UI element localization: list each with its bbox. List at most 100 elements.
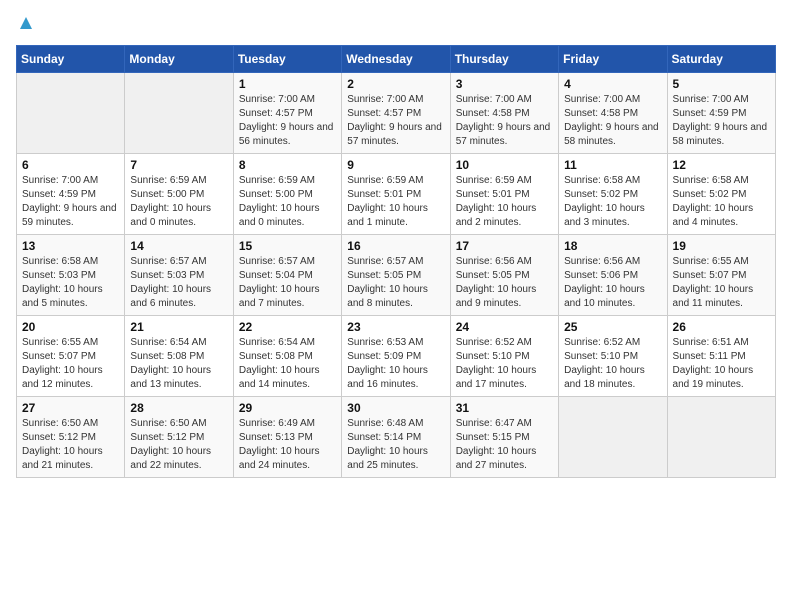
day-number: 3 <box>456 77 553 91</box>
day-info: Sunrise: 6:56 AM Sunset: 5:06 PM Dayligh… <box>564 256 645 309</box>
calendar-cell: 19 Sunrise: 6:55 AM Sunset: 5:07 PM Dayl… <box>667 235 775 316</box>
day-number: 30 <box>347 401 444 415</box>
day-info: Sunrise: 7:00 AM Sunset: 4:57 PM Dayligh… <box>347 94 442 147</box>
column-header-wednesday: Wednesday <box>342 46 450 73</box>
calendar-week-row: 13 Sunrise: 6:58 AM Sunset: 5:03 PM Dayl… <box>17 235 776 316</box>
calendar-cell: 27 Sunrise: 6:50 AM Sunset: 5:12 PM Dayl… <box>17 397 125 478</box>
calendar-cell: 17 Sunrise: 6:56 AM Sunset: 5:05 PM Dayl… <box>450 235 558 316</box>
column-header-thursday: Thursday <box>450 46 558 73</box>
calendar-cell: 11 Sunrise: 6:58 AM Sunset: 5:02 PM Dayl… <box>559 154 667 235</box>
day-number: 1 <box>239 77 336 91</box>
day-info: Sunrise: 6:57 AM Sunset: 5:03 PM Dayligh… <box>130 256 211 309</box>
day-info: Sunrise: 6:54 AM Sunset: 5:08 PM Dayligh… <box>239 337 320 390</box>
calendar-cell: 16 Sunrise: 6:57 AM Sunset: 5:05 PM Dayl… <box>342 235 450 316</box>
day-number: 21 <box>130 320 227 334</box>
day-info: Sunrise: 6:52 AM Sunset: 5:10 PM Dayligh… <box>456 337 537 390</box>
calendar-cell: 25 Sunrise: 6:52 AM Sunset: 5:10 PM Dayl… <box>559 316 667 397</box>
calendar-cell: 1 Sunrise: 7:00 AM Sunset: 4:57 PM Dayli… <box>233 73 341 154</box>
day-info: Sunrise: 6:47 AM Sunset: 5:15 PM Dayligh… <box>456 418 537 471</box>
calendar-cell: 14 Sunrise: 6:57 AM Sunset: 5:03 PM Dayl… <box>125 235 233 316</box>
day-number: 15 <box>239 239 336 253</box>
day-number: 19 <box>673 239 770 253</box>
day-number: 14 <box>130 239 227 253</box>
day-info: Sunrise: 7:00 AM Sunset: 4:59 PM Dayligh… <box>673 94 768 147</box>
column-header-tuesday: Tuesday <box>233 46 341 73</box>
calendar-cell: 2 Sunrise: 7:00 AM Sunset: 4:57 PM Dayli… <box>342 73 450 154</box>
calendar-cell: 4 Sunrise: 7:00 AM Sunset: 4:58 PM Dayli… <box>559 73 667 154</box>
calendar-cell: 20 Sunrise: 6:55 AM Sunset: 5:07 PM Dayl… <box>17 316 125 397</box>
day-info: Sunrise: 6:58 AM Sunset: 5:02 PM Dayligh… <box>564 175 645 228</box>
day-info: Sunrise: 6:57 AM Sunset: 5:04 PM Dayligh… <box>239 256 320 309</box>
day-number: 24 <box>456 320 553 334</box>
calendar-week-row: 20 Sunrise: 6:55 AM Sunset: 5:07 PM Dayl… <box>17 316 776 397</box>
day-number: 18 <box>564 239 661 253</box>
calendar-cell: 31 Sunrise: 6:47 AM Sunset: 5:15 PM Dayl… <box>450 397 558 478</box>
calendar-cell: 30 Sunrise: 6:48 AM Sunset: 5:14 PM Dayl… <box>342 397 450 478</box>
day-number: 22 <box>239 320 336 334</box>
column-header-monday: Monday <box>125 46 233 73</box>
day-number: 13 <box>22 239 119 253</box>
day-info: Sunrise: 6:50 AM Sunset: 5:12 PM Dayligh… <box>22 418 103 471</box>
day-info: Sunrise: 7:00 AM Sunset: 4:57 PM Dayligh… <box>239 94 334 147</box>
day-number: 20 <box>22 320 119 334</box>
calendar-cell: 6 Sunrise: 7:00 AM Sunset: 4:59 PM Dayli… <box>17 154 125 235</box>
day-info: Sunrise: 6:59 AM Sunset: 5:00 PM Dayligh… <box>130 175 211 228</box>
day-number: 4 <box>564 77 661 91</box>
calendar-week-row: 6 Sunrise: 7:00 AM Sunset: 4:59 PM Dayli… <box>17 154 776 235</box>
day-number: 26 <box>673 320 770 334</box>
day-number: 2 <box>347 77 444 91</box>
calendar-cell: 24 Sunrise: 6:52 AM Sunset: 5:10 PM Dayl… <box>450 316 558 397</box>
day-info: Sunrise: 6:50 AM Sunset: 5:12 PM Dayligh… <box>130 418 211 471</box>
day-info: Sunrise: 6:53 AM Sunset: 5:09 PM Dayligh… <box>347 337 428 390</box>
column-header-sunday: Sunday <box>17 46 125 73</box>
day-number: 9 <box>347 158 444 172</box>
calendar-cell: 5 Sunrise: 7:00 AM Sunset: 4:59 PM Dayli… <box>667 73 775 154</box>
day-number: 8 <box>239 158 336 172</box>
day-number: 10 <box>456 158 553 172</box>
day-info: Sunrise: 6:59 AM Sunset: 5:00 PM Dayligh… <box>239 175 320 228</box>
calendar-cell: 8 Sunrise: 6:59 AM Sunset: 5:00 PM Dayli… <box>233 154 341 235</box>
calendar-cell: 15 Sunrise: 6:57 AM Sunset: 5:04 PM Dayl… <box>233 235 341 316</box>
column-header-saturday: Saturday <box>667 46 775 73</box>
calendar-cell <box>559 397 667 478</box>
calendar-cell: 13 Sunrise: 6:58 AM Sunset: 5:03 PM Dayl… <box>17 235 125 316</box>
day-number: 6 <box>22 158 119 172</box>
calendar-header-row: SundayMondayTuesdayWednesdayThursdayFrid… <box>17 46 776 73</box>
calendar-cell: 23 Sunrise: 6:53 AM Sunset: 5:09 PM Dayl… <box>342 316 450 397</box>
calendar-cell: 18 Sunrise: 6:56 AM Sunset: 5:06 PM Dayl… <box>559 235 667 316</box>
day-number: 29 <box>239 401 336 415</box>
day-info: Sunrise: 6:51 AM Sunset: 5:11 PM Dayligh… <box>673 337 754 390</box>
logo <box>16 16 33 35</box>
day-number: 27 <box>22 401 119 415</box>
header <box>16 16 776 35</box>
day-number: 7 <box>130 158 227 172</box>
day-info: Sunrise: 7:00 AM Sunset: 4:58 PM Dayligh… <box>456 94 551 147</box>
calendar-cell <box>125 73 233 154</box>
calendar-table: SundayMondayTuesdayWednesdayThursdayFrid… <box>16 45 776 478</box>
day-info: Sunrise: 6:48 AM Sunset: 5:14 PM Dayligh… <box>347 418 428 471</box>
logo-triangle-icon <box>19 16 33 35</box>
day-number: 11 <box>564 158 661 172</box>
day-number: 17 <box>456 239 553 253</box>
day-info: Sunrise: 7:00 AM Sunset: 4:58 PM Dayligh… <box>564 94 659 147</box>
day-info: Sunrise: 6:58 AM Sunset: 5:02 PM Dayligh… <box>673 175 754 228</box>
day-info: Sunrise: 6:59 AM Sunset: 5:01 PM Dayligh… <box>456 175 537 228</box>
calendar-cell: 29 Sunrise: 6:49 AM Sunset: 5:13 PM Dayl… <box>233 397 341 478</box>
day-number: 12 <box>673 158 770 172</box>
calendar-cell: 10 Sunrise: 6:59 AM Sunset: 5:01 PM Dayl… <box>450 154 558 235</box>
day-number: 25 <box>564 320 661 334</box>
day-info: Sunrise: 6:55 AM Sunset: 5:07 PM Dayligh… <box>673 256 754 309</box>
day-info: Sunrise: 6:49 AM Sunset: 5:13 PM Dayligh… <box>239 418 320 471</box>
day-info: Sunrise: 7:00 AM Sunset: 4:59 PM Dayligh… <box>22 175 117 228</box>
calendar-cell: 26 Sunrise: 6:51 AM Sunset: 5:11 PM Dayl… <box>667 316 775 397</box>
calendar-cell: 9 Sunrise: 6:59 AM Sunset: 5:01 PM Dayli… <box>342 154 450 235</box>
day-info: Sunrise: 6:54 AM Sunset: 5:08 PM Dayligh… <box>130 337 211 390</box>
day-info: Sunrise: 6:58 AM Sunset: 5:03 PM Dayligh… <box>22 256 103 309</box>
day-info: Sunrise: 6:57 AM Sunset: 5:05 PM Dayligh… <box>347 256 428 309</box>
calendar-cell: 7 Sunrise: 6:59 AM Sunset: 5:00 PM Dayli… <box>125 154 233 235</box>
day-info: Sunrise: 6:56 AM Sunset: 5:05 PM Dayligh… <box>456 256 537 309</box>
day-info: Sunrise: 6:59 AM Sunset: 5:01 PM Dayligh… <box>347 175 428 228</box>
calendar-cell <box>667 397 775 478</box>
column-header-friday: Friday <box>559 46 667 73</box>
day-number: 16 <box>347 239 444 253</box>
